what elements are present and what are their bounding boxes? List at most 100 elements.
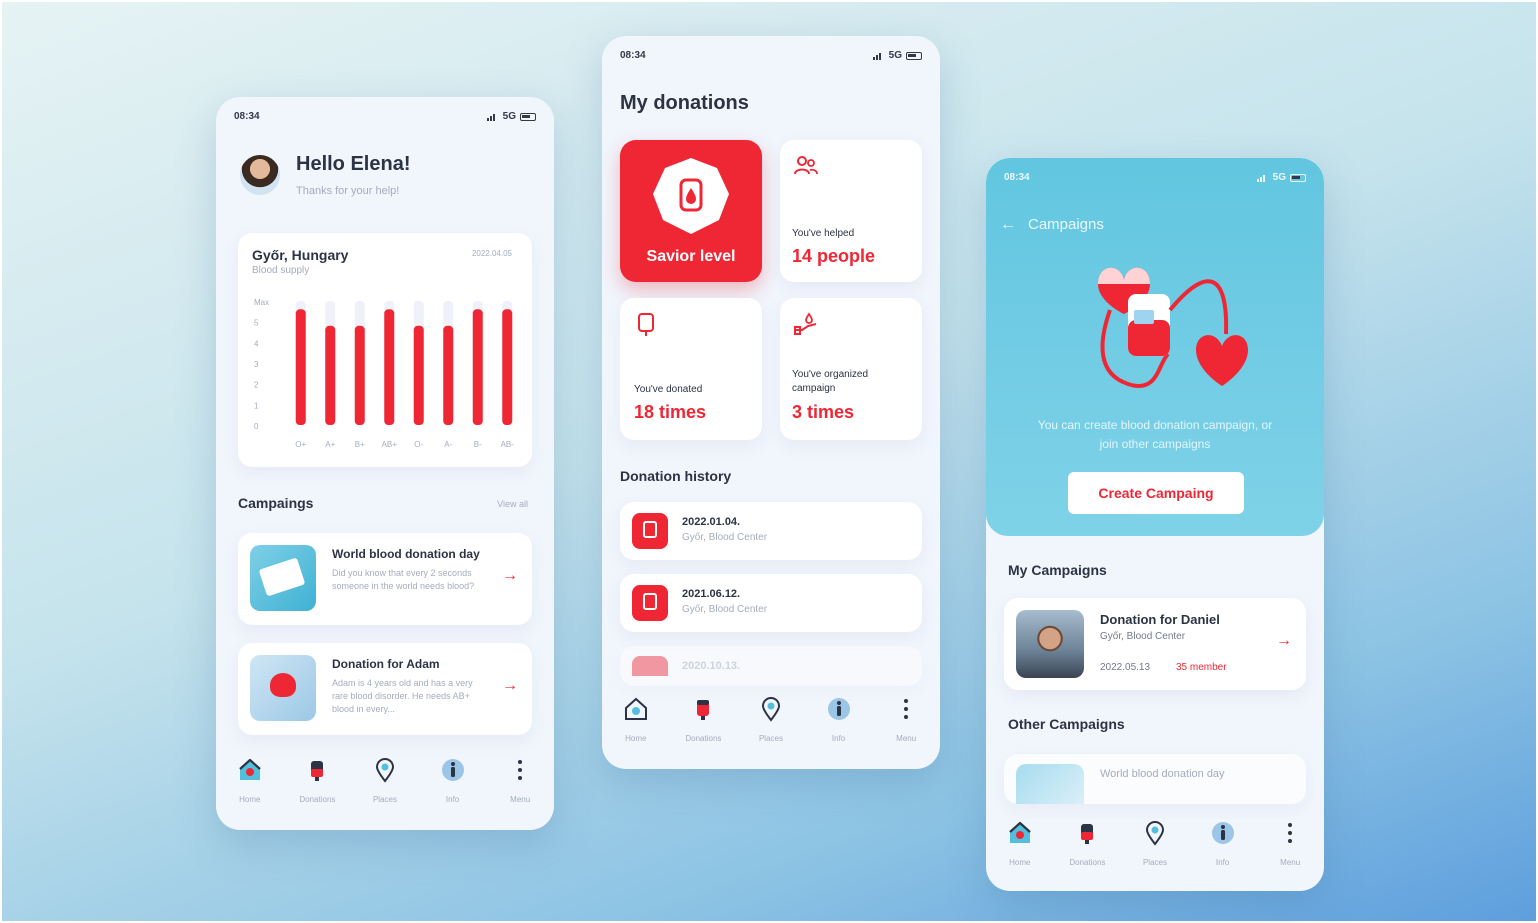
campaign-description: Did you know that every 2 seconds someon… (332, 568, 475, 591)
nav-label: Menu (510, 795, 531, 804)
signal-icon (1256, 174, 1269, 182)
history-item[interactable]: 2020.10.13. (620, 646, 922, 686)
nav-home[interactable]: Home (222, 757, 278, 807)
home-icon (624, 697, 647, 720)
y-tick-label: 4 (254, 339, 259, 348)
history-place: Győr, Blood Center (682, 604, 768, 615)
home-screen: 08:34 5G Hello Elena! Thanks for your he… (216, 97, 554, 830)
campaign-title: Donation for Daniel (1100, 612, 1220, 627)
history-item[interactable]: 2022.01.04. Győr, Blood Center (620, 502, 922, 560)
nav-label: Info (445, 795, 460, 804)
location-pin-icon (375, 758, 394, 783)
location-pin-icon (761, 697, 780, 722)
nav-info[interactable]: Info (1195, 820, 1251, 870)
campaign-date: 2022.05.13 (1100, 662, 1151, 673)
history-date: 2022.01.04. (682, 516, 741, 528)
history-title: Donation history (620, 468, 732, 484)
nav-label: Menu (1280, 858, 1301, 867)
history-place: Győr, Blood Center (682, 532, 768, 543)
bottom-nav: Home Donations Places Info Menu (216, 757, 554, 813)
campaign-title: Donation for Adam (332, 657, 440, 671)
arrow-right-icon[interactable]: → (1276, 632, 1292, 650)
nav-home[interactable]: Home (992, 820, 1048, 870)
helped-caption: You've helped (792, 228, 855, 239)
network-label: 5G (1272, 172, 1286, 183)
status-time: 08:34 (1004, 172, 1030, 183)
supply-date: 2022.04.05 (471, 249, 512, 258)
y-tick-label: 5 (254, 319, 259, 328)
nav-label: Places (1142, 858, 1167, 867)
nav-menu[interactable]: Menu (878, 696, 934, 746)
campaign-thumbnail (250, 655, 316, 721)
blood-bag-icon (638, 313, 654, 336)
back-label[interactable]: Campaigns (1028, 216, 1104, 233)
info-icon (441, 759, 464, 781)
more-vertical-icon (1288, 823, 1293, 843)
campaign-place: Győr, Blood Center (1100, 631, 1186, 642)
create-campaign-button[interactable]: Create Campaing (1068, 472, 1244, 514)
campaign-card-world-day[interactable]: World blood donation day Did you know th… (238, 533, 532, 625)
view-all-link[interactable]: View all (497, 499, 528, 509)
battery-icon (1290, 173, 1306, 182)
status-time: 08:34 (234, 111, 260, 122)
x-tick-label: A+ (325, 440, 335, 449)
donated-value: 18 times (634, 402, 707, 422)
bar-B+ (354, 325, 365, 425)
history-item[interactable]: 2021.06.12. Győr, Blood Center (620, 574, 922, 632)
avatar[interactable] (240, 155, 280, 195)
nav-info[interactable]: Info (425, 757, 481, 807)
arrow-right-icon[interactable]: → (502, 567, 518, 585)
blood-bag-icon (1081, 824, 1094, 844)
arrow-right-icon[interactable]: → (502, 677, 518, 695)
greeting-subtitle: Thanks for your help! (296, 185, 400, 197)
donations-screen: 08:34 5G My donations Savior level You'v… (602, 36, 940, 769)
my-campaign-card[interactable]: Donation for Daniel Győr, Blood Center 2… (1004, 598, 1306, 690)
nav-places[interactable]: Places (1127, 820, 1183, 870)
y-tick-label: 3 (254, 360, 259, 369)
home-icon (239, 758, 261, 780)
nav-donations[interactable]: Donations (675, 696, 731, 746)
nav-label: Menu (896, 734, 917, 743)
more-vertical-icon (904, 699, 909, 719)
nav-info[interactable]: Info (811, 696, 867, 746)
bar-A- (443, 325, 454, 425)
page-title: My donations (620, 92, 749, 114)
bar-B- (472, 309, 483, 425)
back-arrow-icon[interactable]: ← (1000, 216, 1016, 234)
bar-O- (413, 325, 424, 425)
history-date: 2020.10.13. (682, 660, 741, 672)
nav-donations[interactable]: Donations (289, 757, 345, 807)
blood-bag-badge-icon (632, 656, 668, 676)
status-bar: 08:34 5G (620, 50, 922, 62)
signal-icon (872, 52, 885, 60)
nav-donations[interactable]: Donations (1059, 820, 1115, 870)
status-time: 08:34 (620, 50, 646, 61)
nav-label: Info (1215, 858, 1230, 867)
y-tick-label: 0 (254, 422, 259, 431)
nav-places[interactable]: Places (743, 696, 799, 746)
x-tick-label: A- (444, 440, 452, 449)
y-tick-label: 1 (254, 401, 259, 410)
info-icon (1211, 822, 1234, 844)
campaigns-hero: 08:34 5G ← Campaigns You can create bloo… (986, 158, 1324, 536)
bar-AB+ (384, 309, 395, 425)
nav-home[interactable]: Home (608, 696, 664, 746)
status-bar: 08:34 5G (1004, 172, 1306, 184)
donated-caption: You've donated (634, 384, 703, 395)
nav-places[interactable]: Places (357, 757, 413, 807)
hero-description: You can create blood donation campaign, … (1037, 418, 1273, 451)
nav-label: Home (239, 795, 261, 804)
nav-menu[interactable]: Menu (492, 757, 548, 807)
campaign-card-adam[interactable]: Donation for Adam Adam is 4 years old an… (238, 643, 532, 735)
blood-supply-chart: Max 5 4 3 2 1 0 O+ A+ B+ AB+ O- A- B- AB- (254, 298, 514, 449)
nav-label: Places (372, 795, 397, 804)
my-campaigns-title: My Campaigns (1008, 562, 1107, 578)
other-campaign-card[interactable]: World blood donation day (1004, 754, 1306, 804)
bottom-nav: Home Donations Places Info Menu (986, 820, 1324, 876)
organized-value: 3 times (792, 402, 855, 422)
blood-drop-badge-icon (653, 158, 729, 234)
savior-level-card[interactable]: Savior level (620, 140, 762, 282)
nav-menu[interactable]: Menu (1262, 820, 1318, 870)
nav-label: Places (758, 734, 783, 743)
x-tick-label: B+ (355, 440, 365, 449)
